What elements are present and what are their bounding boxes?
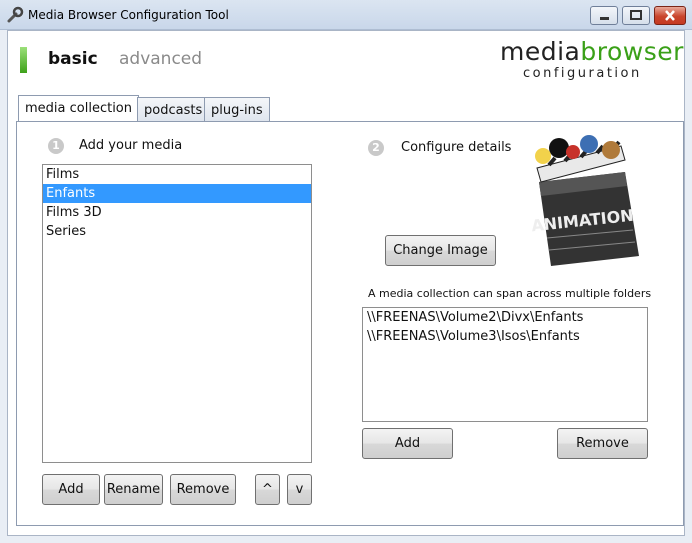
folders-hint: A media collection can span across multi… [368, 287, 652, 300]
step-1-badge: 1 [48, 138, 64, 154]
add-collection-button[interactable]: Add [42, 474, 100, 505]
wrench-icon [7, 6, 24, 23]
logo-subtitle: configuration [523, 66, 642, 81]
step-2-label: Configure details [401, 140, 512, 155]
folder-list[interactable]: \\FREENAS\Volume2\Divx\Enfants \\FREENAS… [362, 307, 648, 422]
close-icon [665, 10, 675, 21]
logo-text-media: media [500, 37, 581, 66]
step-2-badge: 2 [368, 140, 384, 156]
mode-advanced[interactable]: advanced [119, 49, 202, 69]
mode-basic[interactable]: basic [48, 49, 98, 69]
remove-folder-button[interactable]: Remove [557, 428, 648, 459]
main-window: basic advanced mediabrowser configuratio… [7, 30, 685, 536]
tab-podcasts[interactable]: podcasts [137, 97, 210, 121]
list-item-selected[interactable]: Enfants [43, 184, 311, 203]
folder-item[interactable]: \\FREENAS\Volume2\Divx\Enfants [363, 308, 647, 327]
tab-media-collection[interactable]: media collection [18, 95, 139, 121]
list-item[interactable]: Films [43, 165, 311, 184]
step-1-label: Add your media [79, 138, 183, 153]
minimize-button[interactable] [590, 6, 618, 25]
list-item[interactable]: Films 3D [43, 203, 311, 222]
maximize-button[interactable] [622, 6, 650, 25]
collection-list[interactable]: Films Enfants Films 3D Series [42, 164, 312, 463]
folder-item[interactable]: \\FREENAS\Volume3\Isos\Enfants [363, 327, 647, 346]
add-folder-button[interactable]: Add [362, 428, 453, 459]
list-item[interactable]: Series [43, 222, 311, 241]
move-up-button[interactable]: ^ [255, 474, 280, 505]
maximize-icon [630, 10, 642, 20]
title-bar[interactable]: Media Browser Configuration Tool [0, 0, 692, 30]
remove-collection-button[interactable]: Remove [170, 474, 236, 505]
collection-image: ANIMATION [530, 135, 639, 266]
move-down-button[interactable]: v [287, 474, 312, 505]
rename-collection-button[interactable]: Rename [104, 474, 163, 505]
tab-plug-ins[interactable]: plug-ins [204, 97, 270, 121]
change-image-button[interactable]: Change Image [385, 235, 496, 266]
mode-indicator [20, 47, 27, 73]
close-button[interactable] [654, 6, 686, 25]
window-title: Media Browser Configuration Tool [28, 8, 229, 22]
logo: mediabrowser [500, 37, 684, 66]
minimize-icon [600, 17, 609, 20]
logo-text-browser: browser [580, 37, 684, 66]
